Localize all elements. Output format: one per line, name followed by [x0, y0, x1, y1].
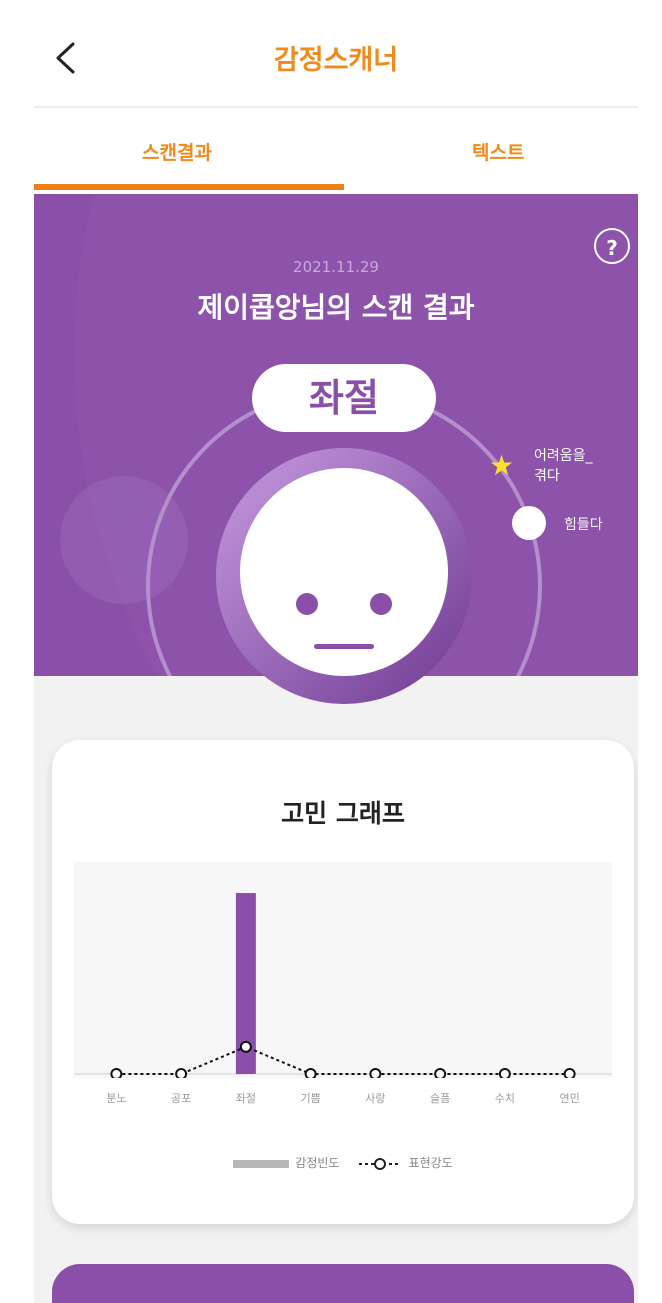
- legend-frequency: 감정빈도: [233, 1154, 339, 1171]
- active-tab-indicator: [34, 184, 344, 190]
- legend-intensity-label: 표현강도: [408, 1156, 453, 1170]
- intensity-point-사랑: [369, 1068, 382, 1078]
- intensity-point-공포: [175, 1068, 188, 1078]
- intensity-point-기쁨: [304, 1068, 317, 1078]
- x-tick-label: 연민: [559, 1092, 580, 1105]
- intensity-point-슬픔: [434, 1068, 447, 1078]
- x-tick-label: 분노: [106, 1092, 127, 1105]
- intensity-point-연민: [563, 1068, 576, 1078]
- page-title: 감정스캐너: [273, 45, 399, 76]
- intensity-point-수치: [498, 1068, 511, 1078]
- app-header: 감정스캐너: [34, 10, 638, 108]
- x-tick-label: 사랑: [365, 1092, 386, 1105]
- chart-area: [74, 862, 612, 1078]
- tab-bar: 스캔결과 텍스트: [34, 108, 638, 194]
- legend-bar-swatch: [233, 1159, 290, 1168]
- chart-legend: 감정빈도 표현강도: [52, 1152, 634, 1172]
- keyword-label: 힘들다: [564, 517, 603, 533]
- worry-graph-card: 고민 그래프 감정빈도 표현강도 분노 공포 좌절 기쁨 사랑 슬픔 수치 연민: [52, 740, 634, 1224]
- star-icon: ★: [489, 449, 515, 482]
- intensity-point-분노: [110, 1068, 123, 1078]
- tab-scan-result[interactable]: 스캔결과: [142, 138, 212, 165]
- x-tick-label: 기쁨: [300, 1092, 321, 1105]
- phone-screen: 감정스캐너 스캔결과 텍스트 ? 2021.11.29 제이콥앙님의 스캔 결과…: [34, 10, 638, 1303]
- legend-line-marker-icon: [358, 1157, 401, 1170]
- x-tick-label: 슬픔: [430, 1092, 451, 1105]
- next-section-card: [52, 1264, 634, 1303]
- keyword-label: 어려움을_ 겪다: [534, 448, 593, 484]
- x-tick-label: 수치: [494, 1092, 515, 1105]
- x-tick-label: 공포: [171, 1092, 192, 1105]
- legend-intensity: 표현강도: [357, 1154, 453, 1171]
- tab-text[interactable]: 텍스트: [472, 138, 524, 165]
- worry-graph: [74, 893, 612, 1078]
- scan-date: 2021.11.29: [293, 258, 379, 276]
- dot-icon: [512, 506, 546, 540]
- emotion-face-icon: [216, 448, 472, 704]
- legend-frequency-label: 감정빈도: [295, 1156, 340, 1170]
- intensity-point-좌절: [239, 1040, 252, 1053]
- scan-result-title: 제이콥앙님의 스캔 결과: [197, 291, 475, 324]
- graph-title: 고민 그래프: [281, 799, 405, 828]
- x-tick-label: 좌절: [235, 1092, 256, 1105]
- emotion-label: 좌절: [252, 364, 436, 432]
